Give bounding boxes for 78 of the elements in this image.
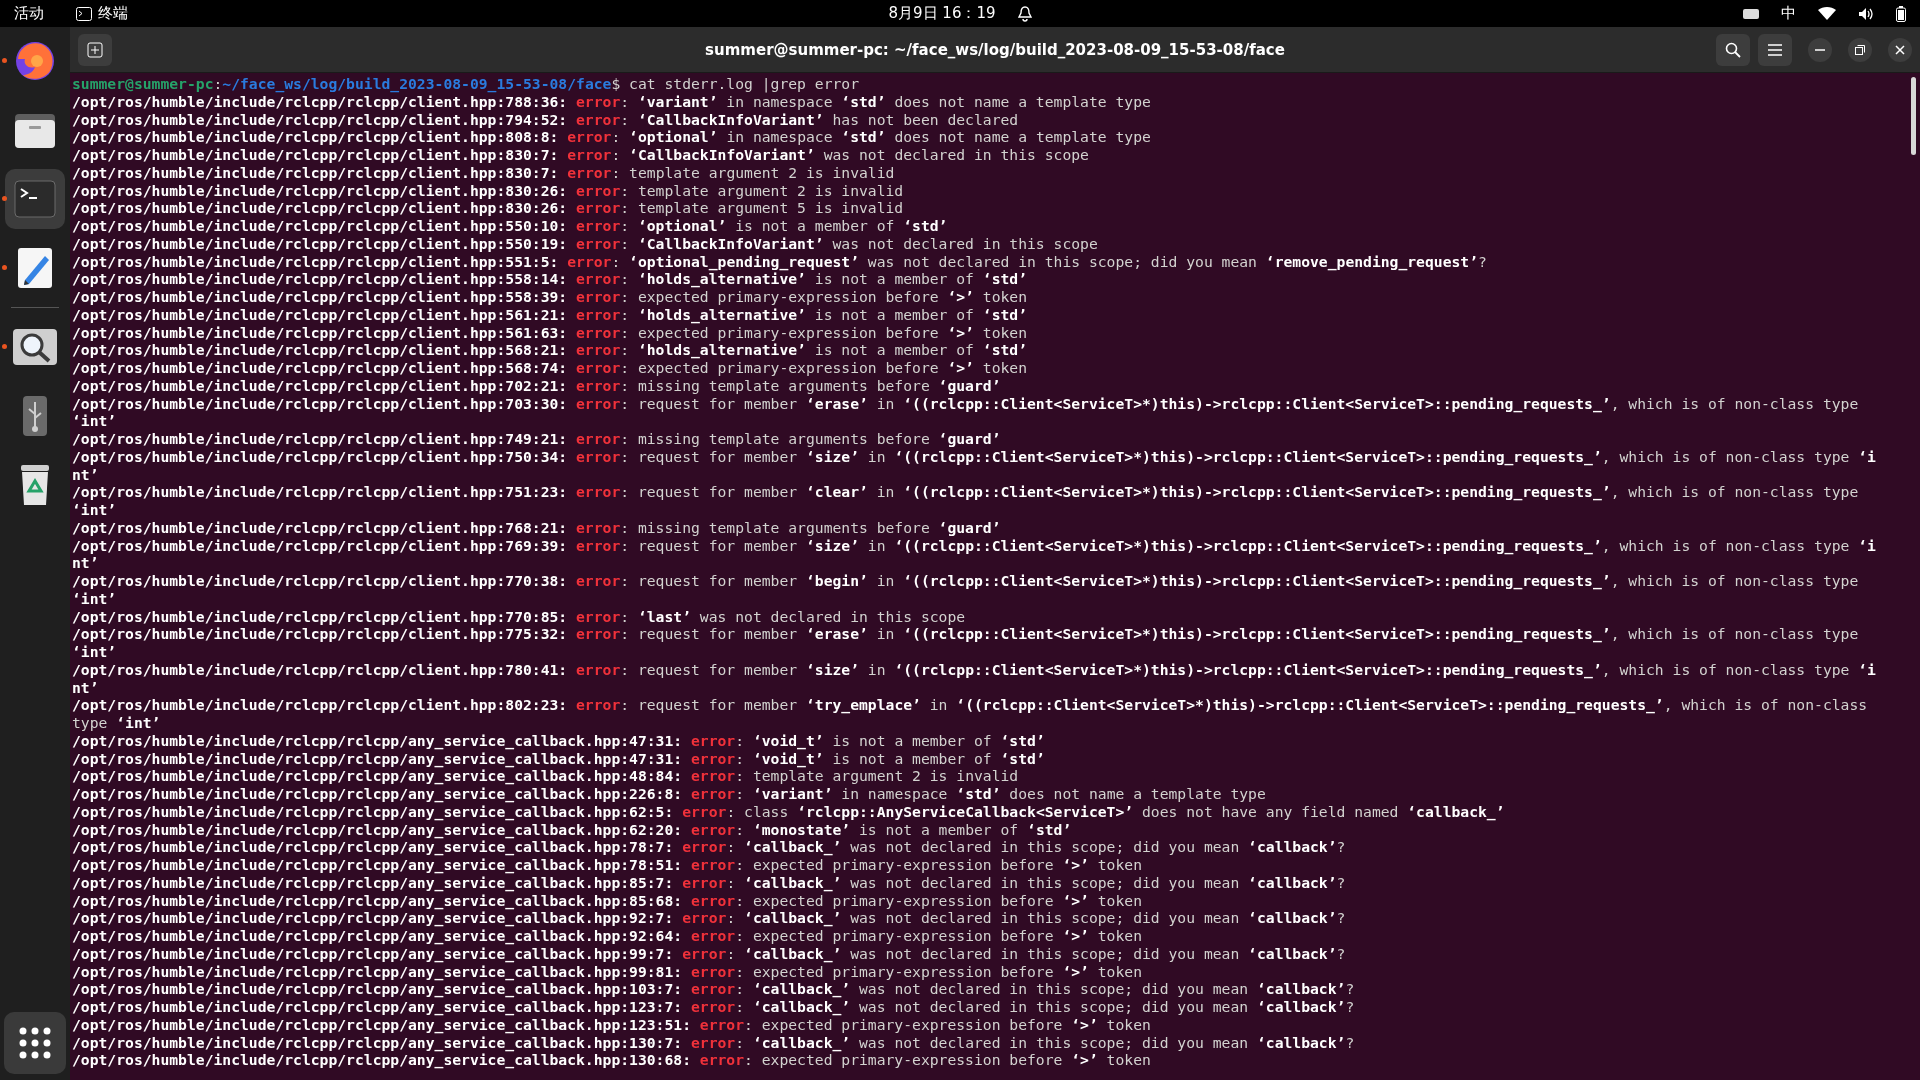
- error-line: /opt/ros/humble/include/rclcpp/rclcpp/client.hpp:768:21: error: missing template arguments before ‘guard’: [72, 518, 1002, 537]
- menu-button[interactable]: [1758, 33, 1792, 66]
- error-line: /opt/ros/humble/include/rclcpp/rclcpp/client.hpp:558:39: error: expected primary-expression before ‘>’ token: [72, 288, 1029, 306]
- error-line: /opt/ros/humble/include/rclcpp/rclcpp/any_service_callback.hpp:130:68: error: expected primary-expression before ‘>’ token: [72, 1051, 1152, 1069]
- error-line: /opt/ros/humble/include/rclcpp/rclcpp/client.hpp:788:36: error: ‘variant’ in namespace ‘std’ does not name a template type: [72, 92, 1152, 111]
- error-line: /opt/ros/humble/include/rclcpp/rclcpp/any_service_callback.hpp:99:7: error: ‘callback_’ was not declared in this scope; did you mean ‘callback’?: [72, 944, 1347, 963]
- error-line: /opt/ros/humble/include/rclcpp/rclcpp/any_service_callback.hpp:85:7: error: ‘callback_’ was not declared in this scope; did you mean ‘callback’?: [72, 873, 1347, 892]
- error-line: /opt/ros/humble/include/rclcpp/rclcpp/client.hpp:802:23: error: request for member ‘try_emplace’ in ‘((rclcpp::Client<ServiceT>*)this)->rclcpp::Client<ServiceT>::pending_requests_’, which is of non-class type ‘int’: [72, 696, 1869, 732]
- show-apps-button[interactable]: [4, 1012, 66, 1074]
- error-line: /opt/ros/humble/include/rclcpp/rclcpp/any_service_callback.hpp:92:64: error: expected primary-expression before ‘>’ token: [72, 927, 1143, 945]
- minimize-icon: [1815, 48, 1825, 51]
- error-line: /opt/ros/humble/include/rclcpp/rclcpp/any_service_callback.hpp:92:7: error: ‘callback_’ was not declared in this scope; did you mean ‘callback’?: [72, 909, 1347, 927]
- error-line: /opt/ros/humble/include/rclcpp/rclcpp/client.hpp:750:34: error: request for member ‘size’ in ‘((rclcpp::Client<ServiceT>*)this)->rclcpp::Client<ServiceT>::pending_requests_’, which is of non-class type ‘int’: [72, 447, 1877, 484]
- error-line: /opt/ros/humble/include/rclcpp/rclcpp/client.hpp:568:74: error: expected primary-expression before ‘>’ token: [72, 359, 1029, 377]
- terminal-icon: [76, 6, 92, 21]
- error-line: /opt/ros/humble/include/rclcpp/rclcpp/client.hpp:561:21: error: ‘holds_alternative’ is not a member of ‘std’: [72, 305, 1029, 324]
- minimize-button[interactable]: [1808, 37, 1832, 62]
- error-line: /opt/ros/humble/include/rclcpp/rclcpp/client.hpp:830:7: error: ‘CallbackInfoVariant’ was not declared in this scope: [72, 146, 1090, 164]
- window-title: summer@summer-pc: ~/face_ws/log/build_2023-08-09_15-53-08/face: [705, 40, 1285, 59]
- clock[interactable]: 8月9日 16：19: [888, 4, 996, 23]
- error-line: /opt/ros/humble/include/rclcpp/rclcpp/any_service_callback.hpp:99:81: error: expected primary-expression before ‘>’ token: [72, 962, 1143, 981]
- bell-icon[interactable]: [1017, 5, 1032, 22]
- battery-icon[interactable]: [1896, 5, 1906, 22]
- error-line: /opt/ros/humble/include/rclcpp/rclcpp/any_service_callback.hpp:130:7: error: ‘callback_’ was not declared in this scope; did you mean ‘callback’?: [72, 1033, 1356, 1052]
- prompt-line: summer@summer-pc:~/face_ws/log/build_2023-08-09_15-53-08/face$ cat stderr.log |grep error: [72, 75, 860, 93]
- error-line: /opt/ros/humble/include/rclcpp/rclcpp/any_service_callback.hpp:85:68: error: expected primary-expression before ‘>’ token: [72, 891, 1143, 910]
- fox-globe-icon: [13, 39, 57, 83]
- error-line: /opt/ros/humble/include/rclcpp/rclcpp/client.hpp:830:26: error: template argument 2 is invalid: [72, 181, 905, 200]
- error-line: /opt/ros/humble/include/rclcpp/rclcpp/client.hpp:794:52: error: ‘CallbackInfoVariant’ has not been declared: [72, 110, 1020, 129]
- error-line: /opt/ros/humble/include/rclcpp/rclcpp/any_service_callback.hpp:78:7: error: ‘callback_’ was not declared in this scope; did you mean ‘callback’?: [72, 838, 1347, 856]
- menu-icon: [1768, 43, 1782, 56]
- search-button[interactable]: [1716, 33, 1750, 66]
- volume-icon[interactable]: [1858, 6, 1874, 21]
- error-line: /opt/ros/humble/include/rclcpp/rclcpp/client.hpp:770:85: error: ‘last’ was not declared in this scope: [72, 607, 967, 626]
- error-line: /opt/ros/humble/include/rclcpp/rclcpp/any_service_callback.hpp:62:5: error: class ‘rclcpp::AnyServiceCallback<ServiceT>’ does not have any field named ‘callback_’: [72, 802, 1506, 821]
- error-line: /opt/ros/humble/include/rclcpp/rclcpp/client.hpp:775:32: error: request for member ‘erase’ in ‘((rclcpp::Client<ServiceT>*)this)->rclcpp::Client<ServiceT>::pending_requests_’, which is of non-class type ‘int’: [72, 625, 1860, 661]
- wifi-icon[interactable]: [1818, 6, 1836, 21]
- error-line: /opt/ros/humble/include/rclcpp/rclcpp/any_service_callback.hpp:103:7: error: ‘callback_’ was not declared in this scope; did you mean ‘callback’?: [72, 980, 1356, 998]
- error-line: /opt/ros/humble/include/rclcpp/rclcpp/any_service_callback.hpp:226:8: error: ‘variant’ in namespace ‘std’ does not name a template type: [72, 785, 1267, 803]
- error-line: /opt/ros/humble/include/rclcpp/rclcpp/client.hpp:830:7: error: template argument 2 is invalid: [72, 163, 896, 182]
- grid-icon: [19, 1027, 51, 1059]
- error-line: /opt/ros/humble/include/rclcpp/rclcpp/any_service_callback.hpp:78:51: error: expected primary-expression before ‘>’ token: [72, 856, 1143, 874]
- error-line: /opt/ros/humble/include/rclcpp/rclcpp/client.hpp:830:26: error: template argument 5 is invalid: [72, 199, 905, 217]
- error-line: /opt/ros/humble/include/rclcpp/rclcpp/client.hpp:550:10: error: ‘optional’ is not a member of ‘std’: [72, 217, 949, 235]
- error-line: /opt/ros/humble/include/rclcpp/rclcpp/client.hpp:550:19: error: ‘CallbackInfoVariant’ was not declared in this scope: [72, 234, 1099, 253]
- error-line: /opt/ros/humble/include/rclcpp/rclcpp/client.hpp:770:38: error: request for member ‘begin’ in ‘((rclcpp::Client<ServiceT>*)this)->rclcpp::Client<ServiceT>::pending_requests_’, which is of non-class type ‘int’: [72, 572, 1860, 608]
- text-editor-icon: [15, 246, 55, 290]
- error-line: /opt/ros/humble/include/rclcpp/rclcpp/any_service_callback.hpp:123:51: error: expected primary-expression before ‘>’ token: [72, 1015, 1152, 1034]
- error-line: /opt/ros/humble/include/rclcpp/rclcpp/client.hpp:568:21: error: ‘holds_alternative’ is not a member of ‘std’: [72, 341, 1029, 359]
- activities-button[interactable]: 活动: [14, 4, 44, 23]
- error-line: /opt/ros/humble/include/rclcpp/rclcpp/client.hpp:561:63: error: expected primary-expression before ‘>’ token: [72, 323, 1029, 342]
- error-line: /opt/ros/humble/include/rclcpp/rclcpp/client.hpp:751:23: error: request for member ‘clear’ in ‘((rclcpp::Client<ServiceT>*)this)->rclcpp::Client<ServiceT>::pending_requests_’, which is of non-class type ‘int’: [72, 483, 1860, 519]
- search-icon: [1725, 41, 1741, 58]
- maximize-button[interactable]: [1848, 37, 1872, 62]
- error-line: /opt/ros/humble/include/rclcpp/rclcpp/client.hpp:780:41: error: request for member ‘size’ in ‘((rclcpp::Client<ServiceT>*)this)->rclcpp::Client<ServiceT>::pending_requests_’, which is of non-class type ‘int’: [72, 660, 1877, 697]
- error-line: /opt/ros/humble/include/rclcpp/rclcpp/any_service_callback.hpp:123:7: error: ‘callback_’ was not declared in this scope; did you mean ‘callback’?: [72, 998, 1356, 1016]
- close-icon: [1895, 44, 1905, 55]
- error-line: /opt/ros/humble/include/rclcpp/rclcpp/client.hpp:551:5: error: ‘optional_pending_request’ was not declared in this scope; did you mean ‘remove_pending_request’?: [72, 252, 1488, 271]
- screen-icon[interactable]: [1743, 7, 1759, 20]
- restore-icon: [1855, 44, 1865, 55]
- error-line: /opt/ros/humble/include/rclcpp/rclcpp/client.hpp:769:39: error: request for member ‘size’ in ‘((rclcpp::Client<ServiceT>*)this)->rclcpp::Client<ServiceT>::pending_requests_’, which is of non-class type ‘int’: [72, 536, 1877, 572]
- scrollbar[interactable]: [1911, 77, 1916, 155]
- close-button[interactable]: [1888, 37, 1912, 62]
- error-line: /opt/ros/humble/include/rclcpp/rclcpp/any_service_callback.hpp:48:84: error: template argument 2 is invalid: [72, 767, 1020, 785]
- terminal-icon: [13, 179, 57, 219]
- error-line: /opt/ros/humble/include/rclcpp/rclcpp/client.hpp:702:21: error: missing template arguments before ‘guard’: [72, 376, 1002, 395]
- error-line: /opt/ros/humble/include/rclcpp/rclcpp/any_service_callback.hpp:62:20: error: ‘monostate’ is not a member of ‘std’: [72, 820, 1073, 839]
- plus-icon: [87, 41, 103, 58]
- error-line: /opt/ros/humble/include/rclcpp/rclcpp/any_service_callback.hpp:47:31: error: ‘void_t’ is not a member of ‘std’: [72, 731, 1046, 750]
- error-line: /opt/ros/humble/include/rclcpp/rclcpp/client.hpp:808:8: error: ‘optional’ in namespace ‘std’ does not name a template type: [72, 128, 1152, 146]
- error-line: /opt/ros/humble/include/rclcpp/rclcpp/client.hpp:749:21: error: missing template arguments before ‘guard’: [72, 430, 1002, 448]
- error-line: /opt/ros/humble/include/rclcpp/rclcpp/client.hpp:703:30: error: request for member ‘erase’ in ‘((rclcpp::Client<ServiceT>*)this)->rclcpp::Client<ServiceT>::pending_requests_’, which is of non-class type ‘int’: [72, 394, 1860, 430]
- error-line: /opt/ros/humble/include/rclcpp/rclcpp/client.hpp:558:14: error: ‘holds_alternative’ is not a member of ‘std’: [72, 270, 1029, 288]
- error-line: /opt/ros/humble/include/rclcpp/rclcpp/any_service_callback.hpp:47:31: error: ‘void_t’ is not a member of ‘std’: [72, 749, 1046, 768]
- input-method-indicator[interactable]: 中: [1781, 4, 1796, 23]
- magnifier-icon: [12, 327, 58, 367]
- app-menu[interactable]: 终端: [76, 4, 128, 23]
- new-tab-button[interactable]: [78, 33, 112, 66]
